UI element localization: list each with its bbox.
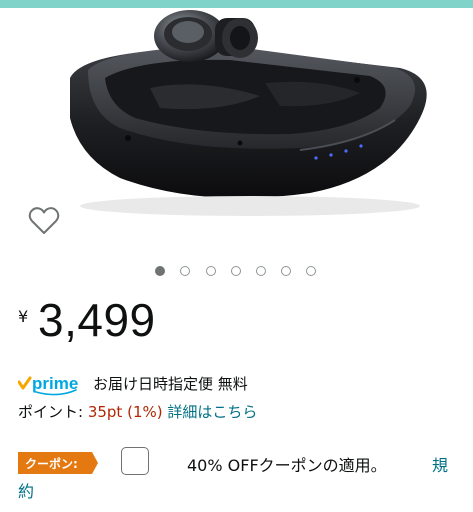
carousel-dot-5[interactable] bbox=[256, 266, 266, 276]
price-value: 3,499 bbox=[38, 294, 156, 346]
carousel-dot-4[interactable] bbox=[231, 266, 241, 276]
price-currency: ¥ bbox=[18, 307, 29, 326]
prime-label: prime bbox=[32, 374, 78, 393]
top-color-bar bbox=[0, 0, 473, 8]
coupon-badge-label: クーポン: bbox=[25, 457, 78, 471]
points-row: ポイント: 35pt (1%) 詳細はこちら bbox=[18, 401, 257, 422]
delivery-row: prime お届け日時指定便 無料 bbox=[18, 372, 458, 396]
carousel-dot-7[interactable] bbox=[306, 266, 316, 276]
prime-logo-icon: prime bbox=[18, 374, 78, 396]
carousel-dot-1[interactable] bbox=[155, 266, 165, 276]
coupon-text: 40% OFFクーポンの適用。 bbox=[187, 456, 387, 475]
coupon-badge: クーポン: bbox=[18, 452, 98, 474]
heart-icon[interactable] bbox=[27, 205, 61, 237]
coupon-terms-link[interactable]: 規 bbox=[432, 452, 448, 476]
carousel-dot-3[interactable] bbox=[206, 266, 216, 276]
delivery-text: お届け日時指定便 無料 bbox=[93, 375, 248, 393]
coupon-terms-link-continued[interactable]: 約 bbox=[18, 478, 34, 502]
points-details-link[interactable]: 詳細はこちら bbox=[167, 403, 257, 421]
carousel-dot-6[interactable] bbox=[281, 266, 291, 276]
points-label: ポイント: bbox=[18, 403, 88, 421]
carousel-indicator bbox=[0, 266, 473, 280]
carousel-dot-2[interactable] bbox=[180, 266, 190, 276]
product-image[interactable] bbox=[0, 8, 473, 248]
points-percent: (1%) bbox=[127, 403, 163, 421]
coupon-checkbox[interactable] bbox=[121, 447, 149, 475]
points-amount: 35pt bbox=[87, 403, 123, 421]
